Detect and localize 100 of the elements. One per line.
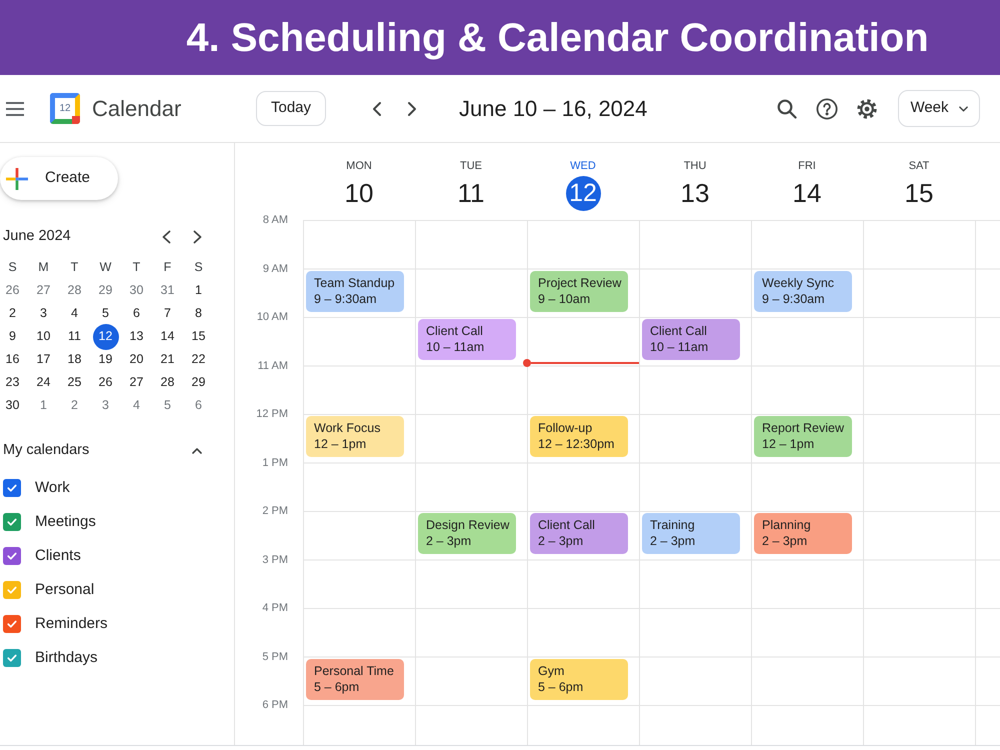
mini-calendar-day[interactable]: 5: [94, 302, 118, 325]
day-name: FRI: [798, 159, 816, 173]
weekday-label: S: [8, 260, 17, 275]
search-icon[interactable]: [777, 98, 797, 118]
event-title: Client Call: [650, 323, 707, 339]
chevron-left-icon[interactable]: [372, 100, 382, 116]
event-title: Report Review: [762, 420, 844, 436]
mini-calendar-day[interactable]: 31: [156, 279, 180, 302]
day-date[interactable]: 11: [454, 176, 488, 211]
calendar-checkbox[interactable]: [3, 513, 21, 531]
mini-calendar-day[interactable]: 30: [124, 279, 148, 302]
event-card[interactable]: Report Review 12 – 1pm: [754, 416, 852, 457]
event-card[interactable]: Project Review 9 – 10am: [530, 270, 628, 312]
mini-calendar-day[interactable]: 15: [186, 325, 210, 348]
event-card[interactable]: Work Focus 12 – 1pm: [306, 416, 404, 457]
day-date[interactable]: 12: [566, 176, 600, 211]
caret-down-icon: [958, 106, 968, 112]
mini-calendar-day[interactable]: 22: [186, 348, 210, 371]
time-label: 8 AM: [262, 213, 288, 227]
event-card[interactable]: Planning 2 – 3pm: [754, 513, 852, 554]
weekday-label: T: [70, 260, 78, 275]
calendar-label: Work: [35, 478, 70, 498]
day-date[interactable]: 10: [342, 176, 376, 211]
event-card[interactable]: Gym 5 – 6pm: [530, 658, 628, 700]
mini-calendar-day[interactable]: 21: [156, 348, 180, 371]
mini-calendar-day[interactable]: 24: [32, 371, 56, 394]
mini-calendar-day[interactable]: 10: [32, 325, 56, 348]
view-select[interactable]: Week: [898, 90, 980, 127]
event-time: 12 – 12:30pm: [538, 436, 614, 452]
event-title: Team Standup: [314, 274, 395, 290]
mini-calendar-day[interactable]: 29: [94, 279, 118, 302]
day-date[interactable]: 14: [790, 176, 824, 211]
event-card[interactable]: Client Call 10 – 11am: [418, 319, 516, 360]
mini-calendar-day[interactable]: 1: [32, 394, 56, 417]
calendar-checkbox[interactable]: [3, 479, 21, 497]
mini-calendar-day[interactable]: 5: [156, 394, 180, 417]
calendar-label: Birthdays: [35, 648, 98, 668]
mini-calendar-day[interactable]: 26: [94, 371, 118, 394]
mini-calendar-day[interactable]: 7: [156, 302, 180, 325]
today-button[interactable]: Today: [256, 91, 326, 126]
section-title: My calendars: [2, 441, 90, 460]
event-card[interactable]: Follow-up 12 – 12:30pm: [530, 416, 628, 457]
mini-calendar-day[interactable]: 3: [32, 302, 56, 325]
calendar-checkbox[interactable]: [3, 649, 21, 667]
create-button[interactable]: Create: [0, 157, 118, 200]
day-name: THU: [684, 159, 706, 173]
mini-calendar-day[interactable]: 4: [62, 302, 86, 325]
mini-calendar-day[interactable]: 23: [0, 371, 24, 394]
mini-calendar-day[interactable]: 1: [186, 279, 210, 302]
weekday-label: S: [194, 260, 203, 275]
mini-calendar-day[interactable]: 11: [62, 325, 86, 348]
mini-calendar-day[interactable]: 18: [62, 348, 86, 371]
mini-calendar-day[interactable]: 6: [124, 302, 148, 325]
event-time: 12 – 1pm: [314, 436, 366, 452]
mini-calendar-day[interactable]: 27: [124, 371, 148, 394]
event-card[interactable]: Client Call 10 – 11am: [642, 319, 740, 360]
mini-calendar-day[interactable]: 2: [0, 302, 24, 325]
mini-calendar-day[interactable]: 19: [94, 348, 118, 371]
check-icon: [6, 482, 18, 494]
mini-calendar-day[interactable]: 13: [124, 325, 148, 348]
mini-calendar-day[interactable]: 27: [32, 279, 56, 302]
mini-calendar-day[interactable]: 28: [62, 279, 86, 302]
mini-calendar-day[interactable]: 8: [186, 302, 210, 325]
event-card[interactable]: Design Review 2 – 3pm: [418, 513, 516, 554]
calendar-checkbox[interactable]: [3, 615, 21, 633]
day-date[interactable]: 15: [902, 176, 936, 211]
mini-calendar-day[interactable]: 30: [0, 394, 24, 417]
mini-calendar-day[interactable]: 25: [62, 371, 86, 394]
mini-calendar-day[interactable]: 16: [0, 348, 24, 371]
mini-calendar-day[interactable]: 2: [62, 394, 86, 417]
mini-calendar-day[interactable]: 17: [32, 348, 56, 371]
event-time: 12 – 1pm: [762, 436, 814, 452]
mini-calendar-day[interactable]: 12: [92, 324, 118, 350]
mini-calendar-day[interactable]: 26: [0, 279, 24, 302]
event-title: Client Call: [538, 517, 595, 533]
settings-icon[interactable]: [856, 98, 878, 120]
mini-calendar-day[interactable]: 14: [156, 325, 180, 348]
calendar-checkbox[interactable]: [3, 581, 21, 599]
menu-icon[interactable]: [6, 102, 24, 116]
chevron-right-icon[interactable]: [407, 100, 417, 116]
event-card[interactable]: Training 2 – 3pm: [642, 513, 740, 554]
event-time: 9 – 9:30am: [762, 290, 825, 306]
day-date[interactable]: 13: [678, 176, 712, 211]
mini-calendar-day[interactable]: 29: [186, 371, 210, 394]
mini-calendar-day[interactable]: 6: [186, 394, 210, 417]
day-name: TUE: [460, 159, 482, 173]
mini-calendar-day[interactable]: 3: [94, 394, 118, 417]
event-card[interactable]: Weekly Sync 9 – 9:30am: [754, 270, 852, 312]
calendar-checkbox[interactable]: [3, 547, 21, 565]
mini-calendar-day[interactable]: 20: [124, 348, 148, 371]
event-card[interactable]: Client Call 2 – 3pm: [530, 513, 628, 554]
mini-calendar-day[interactable]: 9: [0, 325, 24, 348]
chevron-left-icon[interactable]: [162, 230, 171, 244]
mini-calendar-day[interactable]: 28: [156, 371, 180, 394]
event-card[interactable]: Personal Time 5 – 6pm: [306, 658, 404, 700]
caret-up-icon[interactable]: [192, 448, 202, 454]
mini-calendar-day[interactable]: 4: [124, 394, 148, 417]
help-icon[interactable]: [816, 98, 838, 120]
event-card[interactable]: Team Standup 9 – 9:30am: [306, 270, 404, 312]
chevron-right-icon[interactable]: [193, 230, 202, 244]
